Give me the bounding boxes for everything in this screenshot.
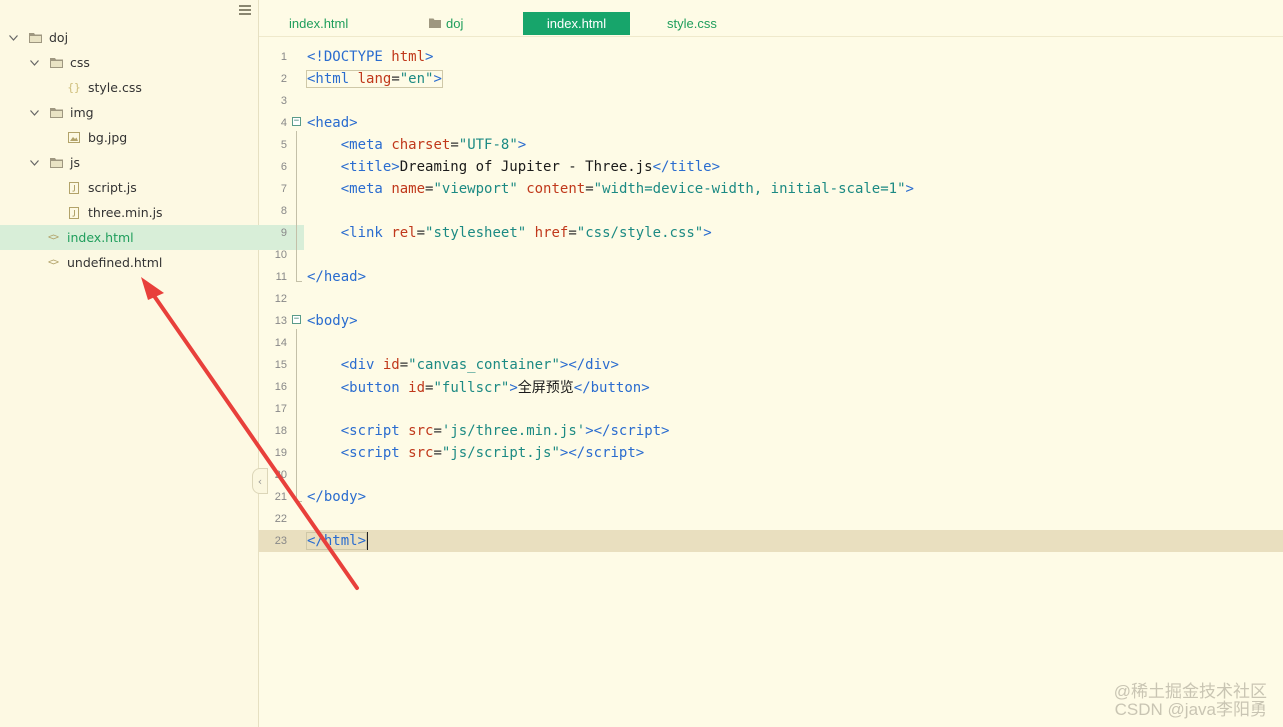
text-cursor [366,532,369,550]
tree-item-label: img [70,105,94,120]
code-text: </html> [305,532,369,550]
js-file-icon [67,206,81,220]
folder-icon [49,56,63,70]
chevron-down-icon[interactable] [29,158,39,168]
code-text: <!DOCTYPE html> [307,49,434,65]
code-editor[interactable]: 1 <!DOCTYPE html> 2 <html lang="en"> 3 4− <… [259,36,1283,727]
folder-icon [49,106,63,120]
code-line: 21 </body> [274,489,367,505]
tree-item-img[interactable]: img [0,100,287,125]
tree-item-label: doj [49,30,69,45]
code-line: 1 <!DOCTYPE html> [280,49,434,65]
code-line: 20 [274,469,287,481]
watermark-line: @稀土掘金技术社区 [1113,682,1267,701]
code-line: 7 <meta name="viewport" content="width=d… [280,181,914,197]
code-text: <body> [307,313,358,329]
code-line: 5 <meta charset="UTF-8"> [280,137,527,153]
tree-item-js[interactable]: js [0,150,287,175]
code-text: <head> [307,115,358,131]
tree-item-label: css [70,55,90,70]
code-text: <link rel="stylesheet" href="css/style.c… [340,225,712,241]
tree-item-label: style.css [88,80,142,95]
code-text: <button id="fullscr">全屏预览</button> [340,380,650,396]
hamburger-menu-icon[interactable] [239,5,251,15]
code-line: 17 [274,403,287,415]
tab-label: index.html [546,16,607,31]
code-text: <title>Dreaming of Jupiter - Three.js</t… [340,159,721,175]
code-line: 16 <button id="fullscr">全屏预览</button> [259,376,1283,398]
tree-item-label: three.min.js [88,205,163,220]
code-line: 6 <title>Dreaming of Jupiter - Three.js<… [280,159,721,175]
code-line: 8 [280,205,287,217]
tree-item-css[interactable]: css [0,50,287,75]
chevron-down-icon[interactable] [29,108,39,118]
code-line: 9 <link rel="stylesheet" href="css/style… [280,225,712,241]
tree-item-label: js [70,155,80,170]
code-line: 3 [280,95,287,107]
code-line: 10 [274,249,287,261]
tree-item-label: bg.jpg [88,130,128,145]
code-text: <div id="canvas_container"></div> [340,357,619,373]
code-text: <meta name="viewport" content="width=dev… [340,181,914,197]
file-explorer-sidebar: doj css {} style.css img bg.jpg js scrip… [0,0,304,727]
code-text: <script src="js/script.js"></script> [340,445,645,461]
watermark: @稀土掘金技术社区 CSDN @java李阳勇 [1114,683,1267,719]
folder-icon [28,31,42,45]
tab-label: style.css [667,16,717,31]
code-line: 2 <html lang="en"> [280,70,443,88]
tab-index-html-active[interactable]: index.html [523,12,630,35]
folder-icon [49,156,63,170]
folder-icon [429,16,441,31]
watermark-line: CSDN @java李阳勇 [1114,700,1267,719]
image-file-icon [67,131,81,145]
code-text: <meta charset="UTF-8"> [340,137,527,153]
tab-doj[interactable]: doj [429,12,463,35]
code-file-icon: <> [47,257,59,268]
tab-label: index.html [289,16,349,31]
code-line: 13− <body> [274,313,358,329]
editor-tab-bar: index.html doj index.html style.css [259,0,1283,37]
code-line-current: 23 </html> [259,530,1283,552]
code-line: 11 </head> [275,269,367,285]
tree-item-label: undefined.html [67,255,163,270]
code-text: <html lang="en"> [306,70,443,88]
chevron-down-icon[interactable] [29,58,39,68]
tree-item-label: script.js [88,180,137,195]
tab-label: doj [446,16,464,31]
code-line: 18 <script src='js/three.min.js'></scrip… [274,423,670,439]
js-file-icon [67,181,81,195]
chevron-down-icon[interactable] [8,33,18,43]
code-file-icon: <> [47,232,59,243]
code-text: </head> [307,269,367,285]
fold-toggle-icon[interactable]: − [292,117,301,126]
tree-item-label: index.html [67,230,134,245]
braces-file-icon: {} [67,81,81,94]
tree-item-doj[interactable]: doj [0,25,266,50]
code-line: 12 [274,293,287,305]
code-line: 4− <head> [280,115,358,131]
fold-toggle-icon[interactable]: − [292,315,301,324]
tab-index-html[interactable]: index.html [289,12,348,35]
tab-style-css[interactable]: style.css [667,12,717,35]
code-line: 19 <script src="js/script.js"></script> [274,445,645,461]
code-line: 15 <div id="canvas_container"></div> [274,357,619,373]
code-text: <script src='js/three.min.js'></script> [340,423,670,439]
code-text: </body> [307,489,367,505]
code-line: 14 [274,337,287,349]
code-line: 22 [274,513,287,525]
